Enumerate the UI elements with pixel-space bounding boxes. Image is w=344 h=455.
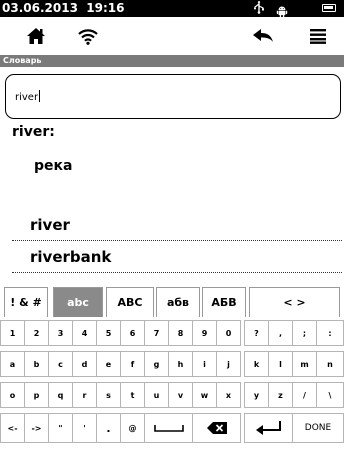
text-caret [39,90,41,102]
key[interactable]: t [120,382,145,408]
key[interactable]: a [0,351,25,377]
key[interactable]: h [168,351,193,377]
search-input-value: river [15,92,39,103]
key[interactable]: \ [316,382,344,408]
key[interactable]: 8 [168,320,193,346]
wifi-icon[interactable] [66,17,110,55]
key[interactable]: v [168,382,193,408]
key[interactable]: w [192,382,217,408]
key[interactable]: s [96,382,121,408]
key[interactable]: 0 [216,320,241,346]
key[interactable]: u [144,382,169,408]
status-time: 03.06.2013 19:16 [2,1,125,15]
key[interactable]: 9 [192,320,217,346]
keyboard-row: 1 2 3 4 5 6 7 8 9 0 ? , ; : [0,320,344,346]
key[interactable]: m [292,351,317,377]
backspace-key[interactable] [192,413,241,443]
backspace-icon [206,422,227,434]
done-button[interactable]: DONE [292,413,344,443]
divider [12,272,342,273]
home-icon[interactable] [14,17,58,55]
key[interactable]: 6 [120,320,145,346]
android-icon [276,2,288,17]
key[interactable]: f [120,351,145,377]
section-header: Словарь [0,55,344,67]
suggestion-item[interactable]: river [30,216,70,234]
key[interactable]: i [192,351,217,377]
key[interactable]: ; [292,320,317,346]
on-screen-keyboard: ! & # abc ABC абв АБВ < > 1 2 3 4 5 6 7 … [0,279,344,455]
keyboard-row: o p q r s t u v w x y z / \ [0,382,344,408]
menu-icon[interactable] [296,17,340,55]
key[interactable]: b [24,351,49,377]
key[interactable]: n [316,351,344,377]
key[interactable]: 7 [144,320,169,346]
tab-latin-lower[interactable]: abc [53,287,103,317]
keyboard-layout-tabs: ! & # abc ABC абв АБВ < > [0,287,344,317]
suggestion-item[interactable]: riverbank [30,248,111,266]
key[interactable]: l [268,351,293,377]
result-translation: река [34,158,73,174]
search-input-value-wrap: river [15,90,41,103]
tab-cyrillic-upper[interactable]: АБВ [202,287,246,317]
section-title: Словарь [3,56,42,65]
divider [12,240,342,241]
space-bar-icon [153,425,184,432]
key[interactable]: ' [72,413,97,443]
search-input[interactable]: river [5,74,341,119]
back-arrow-icon[interactable] [241,17,285,55]
key[interactable]: / [292,382,317,408]
status-bar: 03.06.2013 19:16 [0,0,344,17]
key[interactable]: 2 [24,320,49,346]
key[interactable]: k [244,351,269,377]
keyboard-row: a b c d e f g h i j k l m n [0,351,344,377]
result-headword: river: [12,124,55,140]
key[interactable]: 5 [96,320,121,346]
tab-cyrillic-lower[interactable]: абв [156,287,200,317]
key-cursor-right[interactable]: -> [24,413,49,443]
key[interactable]: @ [120,413,145,443]
key[interactable]: 1 [0,320,25,346]
space-key[interactable] [144,413,193,443]
key[interactable]: g [144,351,169,377]
key[interactable]: ? [244,320,269,346]
key[interactable]: 3 [48,320,73,346]
key[interactable]: o [0,382,25,408]
key-cursor-left[interactable]: <- [0,413,25,443]
usb-icon [253,1,265,17]
key[interactable]: : [316,320,344,346]
key[interactable]: q [48,382,73,408]
tab-arrows[interactable]: < > [249,287,340,317]
key[interactable]: c [48,351,73,377]
key[interactable]: r [72,382,97,408]
key[interactable]: j [216,351,241,377]
key[interactable]: " [48,413,73,443]
toolbar [0,17,344,55]
key[interactable]: p [24,382,49,408]
battery-icon [322,4,336,12]
key[interactable]: . [96,413,121,443]
key[interactable]: x [216,382,241,408]
tab-symbols[interactable]: ! & # [4,287,48,317]
key[interactable]: z [268,382,293,408]
key[interactable]: d [72,351,97,377]
tab-latin-upper[interactable]: ABC [106,287,154,317]
key[interactable]: e [96,351,121,377]
key[interactable]: , [268,320,293,346]
enter-icon [255,421,281,435]
enter-key[interactable] [244,413,293,443]
key[interactable]: y [244,382,269,408]
key[interactable]: 4 [72,320,97,346]
keyboard-row: <- -> " ' . @ DONE [0,413,344,443]
